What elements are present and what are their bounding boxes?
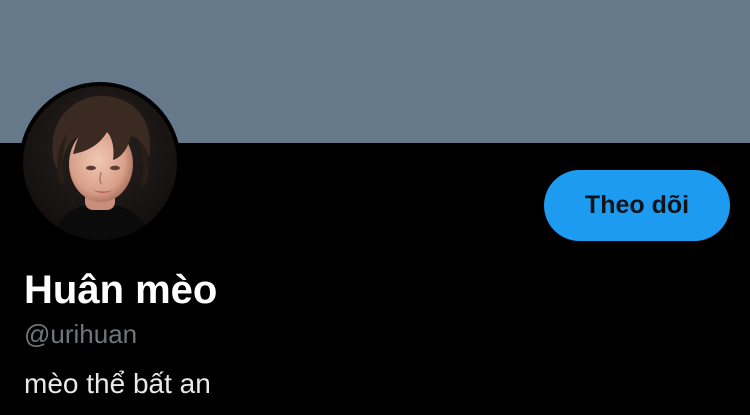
follow-button[interactable]: Theo dõi xyxy=(544,170,730,241)
avatar-photo xyxy=(23,86,177,240)
user-handle: @urihuan xyxy=(24,319,138,349)
display-name: Huân mèo xyxy=(24,268,218,312)
avatar[interactable] xyxy=(19,82,181,244)
profile-bio: mèo thể bất an xyxy=(24,368,211,399)
